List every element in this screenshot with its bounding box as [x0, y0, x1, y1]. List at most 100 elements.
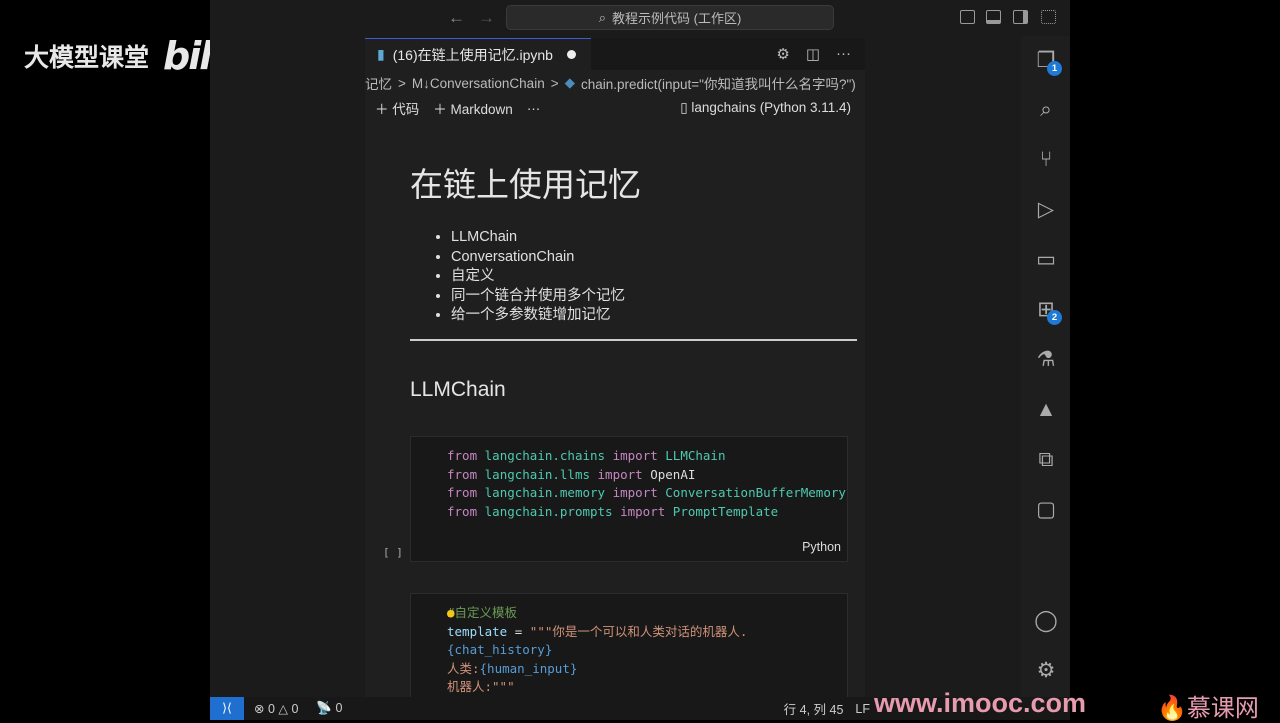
code-token: 机器人:""" — [447, 679, 515, 695]
azure-icon[interactable]: ▲ — [1033, 397, 1059, 423]
code-token: from — [447, 466, 478, 482]
search-icon: ⌕ — [598, 9, 606, 25]
title-bar: ← → ⌕ 教程示例代码 (工作区) — [210, 0, 1070, 36]
cell-language[interactable]: Python — [802, 538, 841, 557]
code-token: LLMChain — [665, 448, 726, 463]
breadcrumb-separator: > — [398, 75, 406, 91]
code-token: import — [597, 466, 643, 482]
code-token: langchain.memory — [484, 485, 606, 501]
divider — [410, 339, 857, 341]
toggle-panel-icon[interactable] — [986, 10, 1001, 24]
notebook-content: 在链上使用记忆 LLMChain ConversationChain 自定义 同… — [365, 128, 865, 697]
tab-bar: ▮ (16)在链上使用记忆.ipynb ⚙ ◫ ··· — [365, 38, 865, 70]
ports-count: 0 — [335, 701, 343, 715]
code-token: 人类: — [447, 660, 480, 676]
bullet-list: LLMChain ConversationChain 自定义 同一个链合并使用多… — [451, 228, 625, 326]
code-token: template — [447, 623, 508, 639]
code-token: from — [447, 503, 478, 519]
remote-explorer-icon[interactable]: ▭ — [1033, 247, 1059, 273]
search-icon[interactable]: ⌕ — [1033, 97, 1059, 123]
warning-count: 0 — [291, 702, 299, 716]
code-comment: #自定义模板 — [447, 605, 518, 620]
problems-indicator[interactable]: ⊗ 0 △ 0 — [254, 701, 298, 716]
code-token: import — [620, 503, 666, 519]
imooc-brand-text: 慕课网 — [1186, 695, 1259, 722]
gear-icon[interactable]: ⚙ — [776, 45, 789, 63]
testing-icon[interactable]: ⚗ — [1033, 347, 1059, 373]
eol-indicator[interactable]: LF — [855, 702, 870, 716]
unsaved-dot-icon[interactable] — [566, 50, 576, 59]
code-line: from langchain.llms import OpenAI — [447, 466, 847, 485]
section-heading: LLMChain — [410, 378, 506, 401]
explorer-icon[interactable]: ❐ 1 — [1033, 48, 1062, 76]
python-icon: ◆ — [564, 75, 575, 90]
run-debug-icon[interactable]: ▷ — [1033, 197, 1059, 223]
list-item: ConversationChain — [451, 248, 625, 268]
breadcrumb-item[interactable]: 记忆 — [365, 73, 392, 93]
kernel-icon: ▯ — [680, 100, 692, 115]
code-token: """你是一个可以和人类对话的机器人. — [529, 623, 748, 639]
command-center-search[interactable]: ⌕ 教程示例代码 (工作区) — [506, 5, 834, 30]
back-icon[interactable]: ← — [448, 8, 465, 28]
code-token: {chat_history} — [447, 642, 553, 658]
account-icon[interactable]: ◯ — [1033, 608, 1059, 634]
toolbar-more-button[interactable]: ··· — [527, 101, 541, 116]
course-watermark: 大模型课堂 — [24, 44, 150, 72]
code-token: import — [612, 448, 658, 463]
manage-gear-icon[interactable]: ⚙ — [1033, 658, 1059, 684]
customize-layout-icon[interactable] — [1041, 10, 1056, 24]
lightbulb-icon[interactable]: ● — [447, 604, 455, 623]
add-markdown-label: Markdown — [450, 102, 513, 117]
add-code-button[interactable]: ＋ 代码 — [375, 98, 419, 118]
extensions-icon[interactable]: ⊞ 2 — [1033, 297, 1062, 325]
kernel-label: langchains (Python 3.11.4) — [691, 100, 851, 115]
code-line: from langchain.prompts import PromptTemp… — [447, 503, 847, 522]
execution-count: [ ] — [383, 546, 403, 559]
code-token: from — [447, 448, 478, 463]
code-cell[interactable]: from langchain.chains import LLMChain fro… — [410, 436, 848, 562]
code-token: PromptTemplate — [672, 503, 779, 519]
code-token: langchain.prompts — [484, 503, 613, 519]
search-label: 教程示例代码 (工作区) — [612, 11, 742, 26]
markdown-heading: 在链上使用记忆 — [410, 166, 641, 203]
breadcrumb-item[interactable]: chain.predict(input="你知道我叫什么名字吗?") — [581, 73, 856, 93]
tab-title: (16)在链上使用记忆.ipynb — [392, 46, 553, 63]
split-editor-icon[interactable]: ◫ — [806, 45, 820, 63]
list-item: 自定义 — [451, 267, 625, 287]
imooc-brand: 🔥慕课网 — [1157, 695, 1259, 722]
code-token: langchain.llms — [484, 466, 590, 482]
toggle-secondary-sidebar-icon[interactable] — [1013, 10, 1028, 24]
code-token: langchain.chains — [484, 448, 606, 463]
code-cell[interactable]: ● #自定义模板 template = """你是一个可以和人类对话的机器人. {… — [410, 593, 848, 697]
list-item: 同一个链合并使用多个记忆 — [451, 287, 625, 307]
chat-icon[interactable]: ▢ — [1033, 497, 1059, 523]
code-token: {human_input} — [479, 660, 578, 676]
more-icon[interactable]: ··· — [836, 45, 851, 63]
code-token: ConversationBufferMemory — [665, 485, 846, 501]
extensions-badge: 2 — [1047, 310, 1062, 325]
toggle-sidebar-icon[interactable] — [960, 10, 975, 24]
code-token: from — [447, 485, 478, 501]
notebook-file-icon: ▮ — [377, 46, 385, 62]
notebook-toolbar: ＋ 代码 ＋ Markdown ··· ▯ langchains (Python… — [365, 96, 865, 120]
activity-bar: ❐ 1 ⌕ ⑂ ▷ ▭ ⊞ 2 ⚗ ▲ ⧉ ▢ ◯ ⚙ — [1021, 36, 1070, 697]
breadcrumb-separator: > — [550, 75, 559, 91]
cursor-position[interactable]: 行 4, 列 45 — [784, 699, 844, 718]
error-count: 0 — [267, 702, 275, 716]
tab-notebook[interactable]: ▮ (16)在链上使用记忆.ipynb — [365, 38, 591, 70]
add-code-label: 代码 — [392, 102, 420, 117]
add-markdown-button[interactable]: ＋ Markdown — [433, 98, 513, 118]
kernel-picker[interactable]: ▯ langchains (Python 3.11.4) — [680, 100, 865, 116]
source-control-icon[interactable]: ⑂ — [1033, 147, 1059, 173]
notebook-editor: ▮ (16)在链上使用记忆.ipynb ⚙ ◫ ··· 记忆 > M↓Conversati… — [365, 38, 865, 697]
forward-icon[interactable]: → — [478, 8, 495, 28]
breadcrumb-item[interactable]: M↓ConversationChain — [412, 76, 545, 91]
ports-indicator[interactable]: 📡 0 — [316, 701, 342, 716]
code-token: import — [612, 485, 658, 501]
list-item: 给一个多参数链增加记忆 — [451, 306, 625, 326]
connections-icon[interactable]: ⧉ — [1033, 447, 1059, 473]
vscode-window: ← → ⌕ 教程示例代码 (工作区) ▮ (16)在链上使用记忆.ipynb ⚙ ◫ ·… — [210, 0, 1070, 720]
remote-indicator-icon[interactable]: ⟩⟨ — [210, 697, 244, 720]
code-token: = — [507, 623, 530, 639]
code-line: from langchain.chains import LLMChain — [447, 447, 847, 466]
